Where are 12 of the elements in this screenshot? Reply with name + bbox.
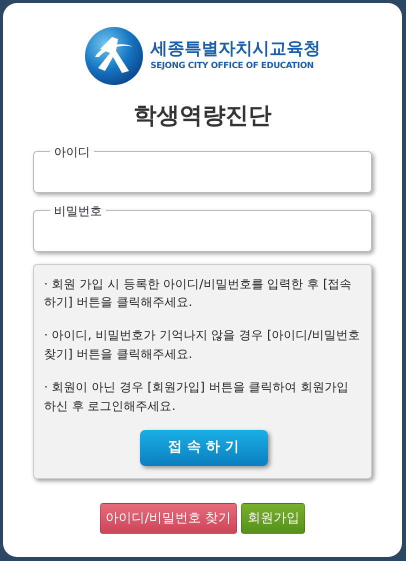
logo-subtitle: SEJONG CITY OFFICE OF EDUCATION (150, 59, 315, 72)
notice-text: · 아이디, 비밀번호가 기억나지 않을 경우 [아이디/비밀번호 찾기] 버튼을 클릭해주세요. (44, 327, 361, 364)
notice-text: · 회원이 아닌 경우 [회원가입] 버튼을 클릭하여 회원가입 하신 후 로그인해주세요. (44, 379, 350, 416)
logo-text: 세종특별자치시교육청 (150, 40, 320, 60)
notice-text: · 회원 가입 시 등록한 아이디/비밀번호를 입력한 후 [접속하기] 버튼을 클릭해주세요. (44, 276, 353, 312)
page-title: 학생역량진단 (134, 102, 272, 131)
signup-button[interactable]: 회원가입 (241, 502, 306, 534)
logo-icon (84, 27, 142, 85)
input-field[interactable]: 아이디 (33, 146, 372, 192)
login-button[interactable]: 접 속 하 기 (140, 430, 268, 466)
find-account-button[interactable]: 아이디/비밀번호 찾기 (100, 502, 238, 534)
input-field[interactable]: 비밀번호 (33, 204, 372, 252)
